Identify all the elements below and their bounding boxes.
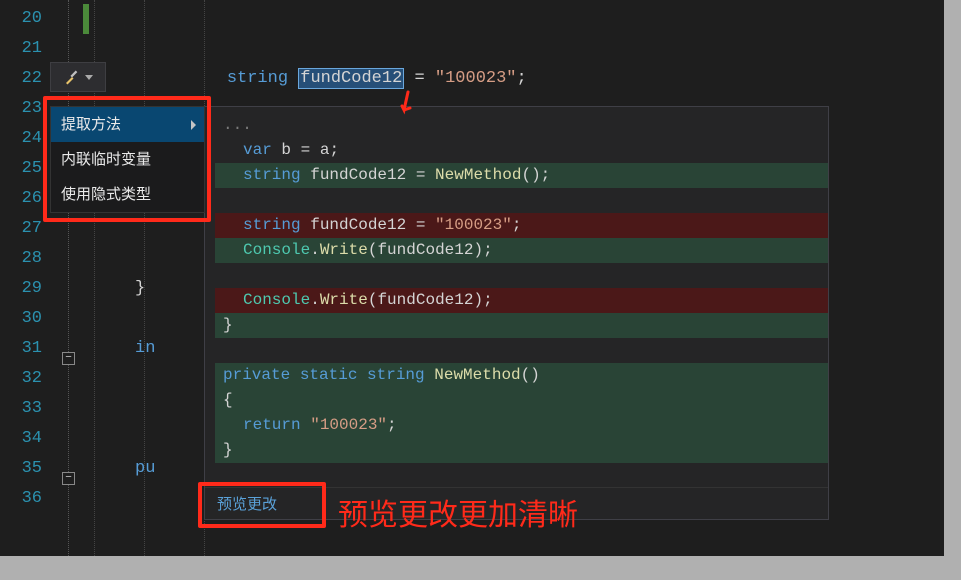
- menu-item-label: 提取方法: [61, 116, 121, 133]
- line-number: 31: [0, 334, 50, 364]
- menu-item-label: 内联临时变量: [61, 151, 151, 168]
- line-number: 30: [0, 304, 50, 334]
- line-number: 29: [0, 274, 50, 304]
- line-number: 36: [0, 484, 50, 514]
- line-number: 28: [0, 244, 50, 274]
- preview-body: ...var b = a;string fundCode12 = NewMeth…: [205, 107, 828, 463]
- line-number-gutter: 20 21 22 23 24 25 26 27 28 29 30 31 32 3…: [0, 0, 50, 556]
- menu-item-extract-method[interactable]: 提取方法: [51, 107, 204, 142]
- line-number: 24: [0, 124, 50, 154]
- line-number: 34: [0, 424, 50, 454]
- selected-identifier: fundCode12: [298, 68, 404, 89]
- line-number: 25: [0, 154, 50, 184]
- preview-changes-link[interactable]: 预览更改: [217, 493, 277, 514]
- line-number: 33: [0, 394, 50, 424]
- line-number: 23: [0, 94, 50, 124]
- quick-actions-button[interactable]: [50, 62, 106, 92]
- refactor-menu: 提取方法 内联临时变量 使用隐式类型: [50, 106, 205, 213]
- line-number: 26: [0, 184, 50, 214]
- menu-item-inline-temp[interactable]: 内联临时变量: [51, 142, 204, 177]
- line-number: 22: [0, 64, 50, 94]
- chevron-down-icon: [85, 75, 93, 80]
- fold-toggle[interactable]: −: [62, 472, 75, 485]
- line-number: 21: [0, 34, 50, 64]
- menu-item-use-implicit-type[interactable]: 使用隐式类型: [51, 177, 204, 212]
- line-number: 32: [0, 364, 50, 394]
- refactor-preview: ...var b = a;string fundCode12 = NewMeth…: [204, 106, 829, 520]
- change-marker: [83, 4, 89, 34]
- screwdriver-icon: [63, 68, 81, 86]
- menu-item-label: 使用隐式类型: [61, 186, 151, 203]
- chevron-right-icon: [191, 120, 196, 130]
- fold-toggle[interactable]: −: [62, 352, 75, 365]
- line-number: 35: [0, 454, 50, 484]
- preview-footer: 预览更改: [205, 487, 828, 519]
- line-number: 20: [0, 4, 50, 34]
- line-number: 27: [0, 214, 50, 244]
- code-line-22[interactable]: string fundCode12 = "100023";: [84, 64, 944, 94]
